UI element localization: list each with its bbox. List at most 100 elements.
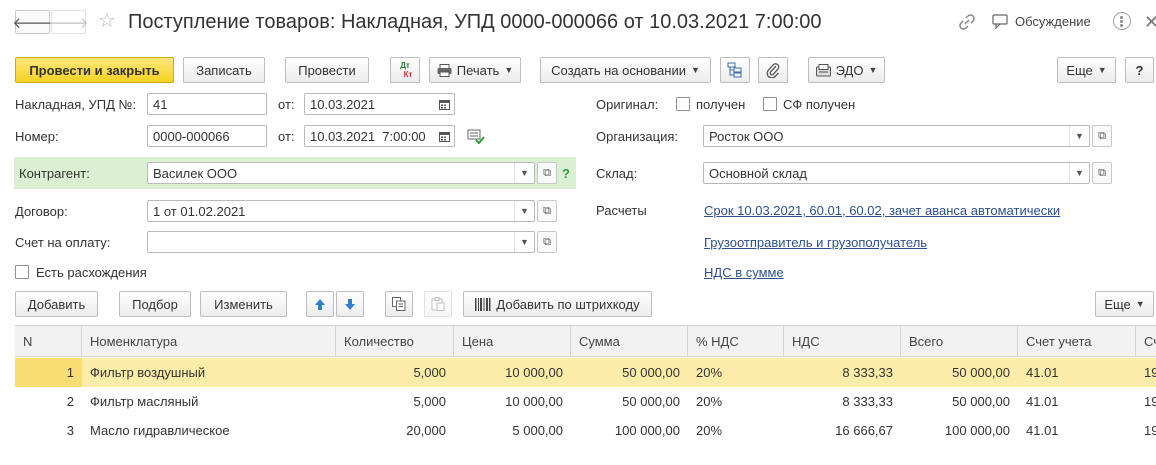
discussion-icon — [992, 14, 1008, 30]
invoice-date-field[interactable]: 10.03.2021 — [304, 93, 455, 115]
sf-received-checkbox[interactable] — [763, 97, 777, 111]
edo-button[interactable]: ЭДО ▼ — [808, 57, 885, 83]
hierarchy-icon — [727, 62, 742, 78]
goods-table[interactable]: N Номенклатура Количество Цена Сумма % Н… — [15, 325, 1156, 465]
open-icon: ⧉ — [1098, 129, 1106, 142]
chevron-down-icon[interactable]: ▼ — [1069, 163, 1089, 183]
open-contract-button[interactable]: ⧉ — [537, 200, 557, 222]
paperclip-icon — [766, 63, 780, 78]
star-icon[interactable]: ☆ — [98, 9, 116, 33]
structure-button[interactable] — [720, 57, 750, 83]
column-header-account[interactable]: Счет учета — [1018, 326, 1136, 357]
column-header-vat-rate[interactable]: % НДС — [688, 326, 784, 357]
received-checkbox[interactable] — [676, 97, 690, 111]
dt-kt-icon-bottom: Кт — [403, 70, 413, 79]
doc-datetime-value: 10.03.2021 7:00:00 — [310, 129, 426, 144]
open-counterparty-button[interactable]: ⧉ — [537, 162, 557, 184]
row-total: 50 000,00 — [952, 365, 1010, 380]
back-button[interactable]: 🡐 — [12, 10, 53, 34]
chevron-down-icon[interactable]: ▼ — [1069, 126, 1089, 146]
post-and-close-button[interactable]: Провести и закрыть — [15, 57, 174, 83]
save-button[interactable]: Записать — [183, 57, 265, 83]
vat-in-sum-link[interactable]: НДС в сумме — [704, 265, 784, 281]
calendar-icon[interactable] — [434, 126, 454, 146]
discussion-link[interactable]: Обсуждение — [1015, 14, 1091, 30]
table-row[interactable]: 2 Фильтр масляный 5,000 10 000,00 50 000… — [15, 387, 1156, 416]
document-status-icon[interactable] — [467, 128, 485, 145]
shipper-consignee-link[interactable]: Грузоотправитель и грузополучатель — [704, 235, 927, 251]
invoice-date-value: 10.03.2021 — [310, 97, 376, 112]
paste-row-button[interactable] — [424, 291, 452, 317]
sf-received-label: СФ получен — [783, 97, 856, 112]
row-item: Фильтр воздушный — [90, 365, 206, 380]
forward-button[interactable]: 🡒 — [48, 10, 89, 34]
table-more-button[interactable]: Еще ▼ — [1095, 291, 1154, 317]
change-button[interactable]: Изменить — [200, 291, 287, 317]
move-up-button[interactable] — [306, 291, 334, 317]
column-header-item[interactable]: Номенклатура — [82, 326, 336, 357]
column-header-vat[interactable]: НДС — [784, 326, 901, 357]
discrepancies-label: Есть расхождения — [36, 265, 147, 280]
post-label: Провести — [298, 62, 356, 78]
table-row[interactable]: 3 Масло гидравлическое 20,000 5 000,00 1… — [15, 416, 1156, 445]
column-header-extra[interactable]: Сч — [1136, 326, 1156, 357]
paste-icon — [431, 297, 445, 311]
organization-field[interactable]: Росток ООО ▼ — [703, 125, 1090, 147]
row-sum: 100 000,00 — [614, 423, 680, 438]
attach-button[interactable] — [758, 57, 788, 83]
payment-account-label: Счет на оплату: — [15, 235, 111, 250]
column-header-sum[interactable]: Сумма — [571, 326, 688, 357]
row-vat: 16 666,67 — [835, 423, 893, 438]
doc-datetime-field[interactable]: 10.03.2021 7:00:00 — [304, 125, 455, 147]
more-vertical-icon[interactable] — [1113, 12, 1131, 30]
calendar-icon[interactable] — [434, 94, 454, 114]
column-header-price[interactable]: Цена — [454, 326, 571, 357]
number-field[interactable]: 0000-000066 — [147, 125, 267, 147]
row-total: 50 000,00 — [952, 394, 1010, 409]
chevron-down-icon[interactable]: ▼ — [514, 201, 534, 221]
save-label: Записать — [196, 62, 252, 78]
open-icon: ⧉ — [543, 166, 551, 179]
print-label: Печать — [456, 62, 500, 78]
discrepancies-checkbox[interactable] — [15, 265, 29, 279]
counterparty-field[interactable]: Василек ООО ▼ — [147, 162, 535, 184]
open-warehouse-button[interactable]: ⧉ — [1092, 162, 1112, 184]
column-header-total[interactable]: Всего — [901, 326, 1018, 357]
edo-icon — [815, 63, 831, 76]
dt-kt-button[interactable]: Дт Кт — [390, 57, 420, 83]
pick-button[interactable]: Подбор — [119, 291, 191, 317]
chevron-down-icon[interactable]: ▼ — [514, 232, 534, 252]
help-question-icon[interactable]: ? — [562, 166, 570, 182]
post-button[interactable]: Провести — [285, 57, 369, 83]
close-icon[interactable]: ✕ — [1144, 10, 1156, 34]
invoice-number-field[interactable]: 41 — [147, 93, 267, 115]
table-row[interactable]: 1 Фильтр воздушный 5,000 10 000,00 50 00… — [15, 358, 1156, 387]
row-price: 10 000,00 — [505, 365, 563, 380]
print-button[interactable]: Печать ▼ — [429, 57, 521, 83]
row-price: 10 000,00 — [505, 394, 563, 409]
settlements-link[interactable]: Срок 10.03.2021, 60.01, 60.02, зачет ава… — [704, 203, 1060, 219]
copy-icon — [392, 297, 406, 311]
column-header-quantity[interactable]: Количество — [336, 326, 454, 357]
help-button[interactable]: ? — [1125, 57, 1154, 83]
row-quantity: 5,000 — [413, 365, 446, 380]
more-button[interactable]: Еще ▼ — [1057, 57, 1116, 83]
invoice-number-label: Накладная, УПД №: — [15, 97, 137, 112]
copy-row-button[interactable] — [385, 291, 413, 317]
link-icon[interactable] — [958, 13, 976, 31]
create-based-on-button[interactable]: Создать на основании ▼ — [540, 57, 711, 83]
row-price: 5 000,00 — [512, 423, 563, 438]
more-label: Еще — [1066, 62, 1093, 78]
open-organization-button[interactable]: ⧉ — [1092, 125, 1112, 147]
add-row-button[interactable]: Добавить — [15, 291, 98, 317]
arrow-left-icon: 🡐 — [12, 14, 53, 32]
column-header-n[interactable]: N — [15, 326, 82, 357]
chevron-down-icon[interactable]: ▼ — [514, 163, 534, 183]
contract-field[interactable]: 1 от 01.02.2021 ▼ — [147, 200, 535, 222]
warehouse-field[interactable]: Основной склад ▼ — [703, 162, 1090, 184]
move-down-button[interactable] — [336, 291, 364, 317]
row-quantity: 20,000 — [406, 423, 446, 438]
add-by-barcode-button[interactable]: Добавить по штрихкоду — [463, 291, 652, 317]
open-payment-account-button[interactable]: ⧉ — [537, 231, 557, 253]
payment-account-field[interactable]: ▼ — [147, 231, 535, 253]
